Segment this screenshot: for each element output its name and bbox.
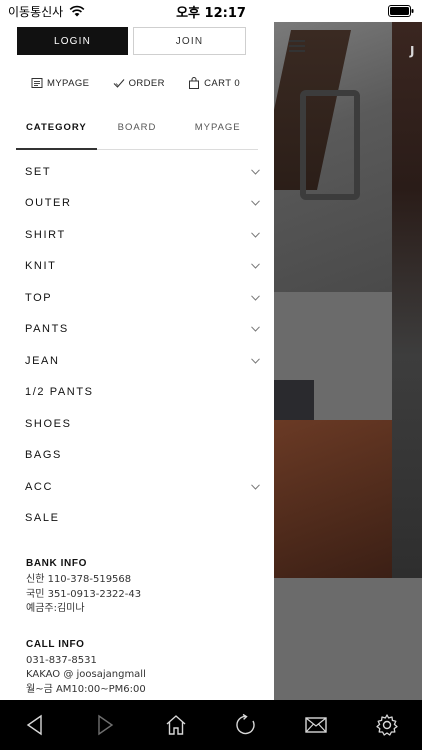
refresh-button[interactable] [226,705,266,745]
home-icon [166,715,186,735]
shop-info: BANK INFO 신한 110-378-519568 국민 351-0913-… [0,558,274,697]
category-item-pants[interactable]: PANTS [0,314,274,346]
category-label: SET [25,165,52,178]
category-label: KNIT [25,260,57,273]
tab-board[interactable]: BOARD [97,122,178,149]
wifi-icon [69,5,85,17]
product-photo-strip [392,22,422,578]
chevron-down-icon[interactable] [251,169,260,175]
category-item-jean[interactable]: JEAN [0,345,274,377]
product-photo-wallet [274,420,392,578]
chevron-down-icon[interactable] [251,358,260,364]
hamburger-menu-icon[interactable] [289,40,305,55]
background-logo-letter: J [410,44,415,58]
forward-icon [98,714,114,736]
cart-bag-icon [189,77,200,89]
call-info-phone[interactable]: 031-837-8531 [26,654,274,669]
bank-info-title: BANK INFO [26,558,87,569]
mail-icon [305,717,328,733]
belt-buckle-image [300,90,360,200]
chevron-down-icon[interactable] [251,200,260,206]
category-item-outer[interactable]: OUTER [0,188,274,220]
bank-info-line: 신한 110-378-519568 [26,574,132,585]
forward-button[interactable] [85,705,125,745]
status-time: 오후 12:17 [176,5,246,21]
auth-buttons: LOGIN JOIN [0,22,274,55]
quick-link-label: MYPAGE [47,77,90,89]
quick-link-cart[interactable]: CART 0 [188,77,240,89]
category-item-shirt[interactable]: SHIRT [0,219,274,251]
call-info-kakao: KAKAO @ joosajangmall [26,669,146,680]
category-label: ACC [25,480,54,493]
status-bar: 이동통신사 오후 12:17 [0,0,422,22]
category-label: OUTER [25,197,72,210]
chevron-down-icon[interactable] [251,484,260,490]
call-info-title: CALL INFO [26,638,85,650]
mypage-icon [31,78,43,88]
chevron-down-icon[interactable] [251,263,260,269]
refresh-icon [236,713,255,735]
call-info: CALL INFO 031-837-8531 KAKAO @ joosajang… [26,639,274,698]
category-label: PANTS [25,323,69,336]
side-drawer: LOGIN JOIN MYPAGE ORDER CART 0 CATEGORY … [0,22,274,700]
bank-info-line: 예금주:김미나 [26,603,85,614]
category-label: TOP [25,291,53,304]
category-list: SET OUTER SHIRT KNIT TOP PANTS JEAN 1/2 [0,156,274,534]
settings-button[interactable] [367,705,407,745]
category-item-acc[interactable]: ACC [0,471,274,503]
bank-info-line: 국민 351-0913-2322-43 [26,588,142,600]
category-item-top[interactable]: TOP [0,282,274,314]
call-info-hours: 월~금 AM10:00~PM6:00 [26,683,146,695]
quick-link-label: ORDER [128,77,165,89]
bank-info: BANK INFO 신한 110-378-519568 국민 351-0913-… [26,558,274,617]
back-icon [26,714,42,736]
quick-link-label: CART 0 [204,77,240,89]
quick-link-mypage[interactable]: MYPAGE [31,77,89,89]
login-button[interactable]: LOGIN [17,27,128,55]
category-label: BAGS [25,449,62,462]
category-label: SALE [25,512,60,525]
bottom-toolbar [0,700,422,750]
back-button[interactable] [15,705,55,745]
quick-link-order[interactable]: ORDER [113,77,165,89]
category-item-bags[interactable]: BAGS [0,440,274,472]
category-label: JEAN [25,354,60,367]
chevron-down-icon[interactable] [251,232,260,238]
drawer-tabs: CATEGORY BOARD MYPAGE [16,122,258,150]
battery-icon [388,5,414,17]
category-item-half-pants[interactable]: 1/2 PANTS [0,377,274,409]
settings-gear-icon [376,714,398,736]
category-item-knit[interactable]: KNIT [0,251,274,283]
carrier-name: 이동통신사 [8,4,64,19]
join-button[interactable]: JOIN [133,27,246,55]
category-item-sale[interactable]: SALE [0,503,274,535]
category-label: SHOES [25,417,72,430]
category-item-set[interactable]: SET [0,156,274,188]
tab-category[interactable]: CATEGORY [16,122,97,150]
chevron-down-icon[interactable] [251,326,260,332]
home-button[interactable] [156,705,196,745]
category-label: 1/2 PANTS [25,386,94,399]
quick-links: MYPAGE ORDER CART 0 [0,55,274,89]
order-check-icon [113,79,125,88]
category-label: SHIRT [25,228,66,241]
mail-button[interactable] [296,705,336,745]
tab-mypage[interactable]: MYPAGE [177,122,258,149]
chevron-down-icon[interactable] [251,295,260,301]
category-item-shoes[interactable]: SHOES [0,408,274,440]
